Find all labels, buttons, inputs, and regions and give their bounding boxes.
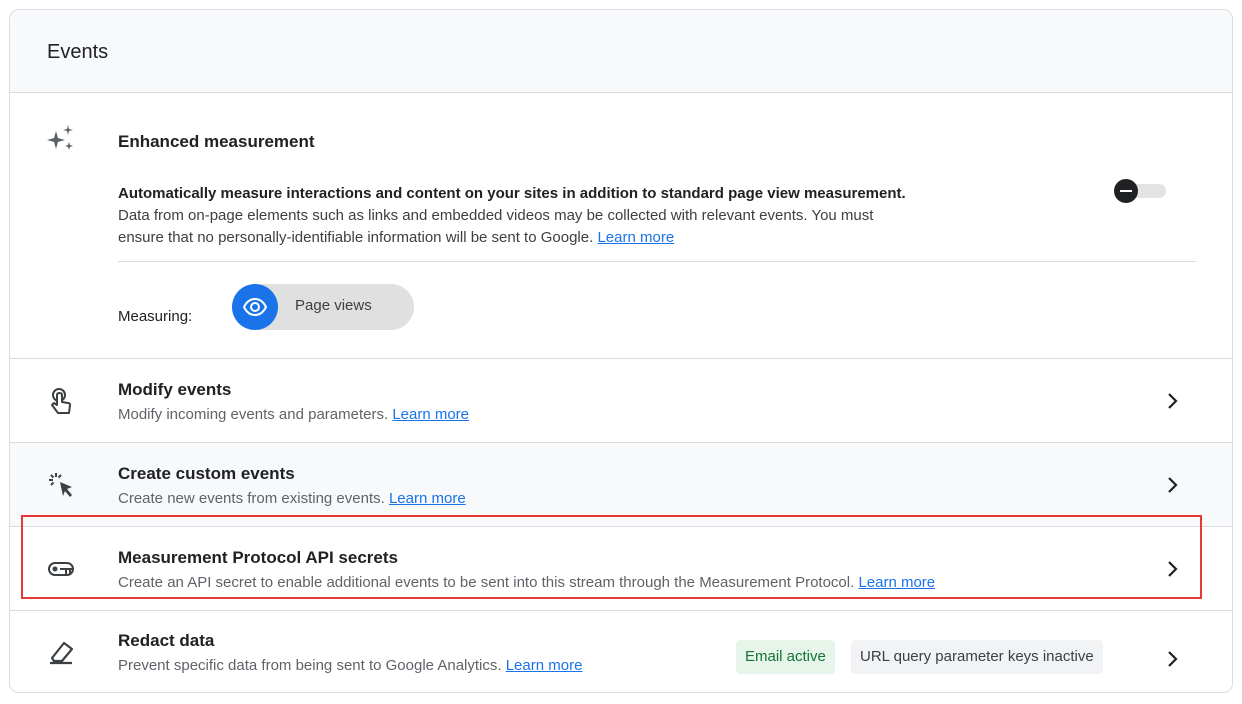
chip-label: Page views — [295, 297, 372, 314]
enhanced-description-line3: ensure that no personally-identifiable i… — [118, 229, 675, 246]
sparkle-icon — [47, 125, 73, 150]
create-custom-events-row[interactable]: Create custom events Create new events f… — [10, 443, 1232, 527]
divider — [118, 261, 1196, 262]
row-subtitle: Create an API secret to enable additiona… — [118, 574, 936, 591]
row-title: Redact data — [118, 631, 215, 650]
email-status-badge: Email active — [736, 640, 835, 674]
learn-more-link[interactable]: Learn more — [389, 490, 466, 507]
key-icon — [48, 562, 74, 576]
enhanced-measurement-toggle[interactable] — [1114, 179, 1166, 203]
measurement-protocol-row[interactable]: Measurement Protocol API secrets Create … — [10, 527, 1232, 611]
enhanced-measurement-section: Enhanced measurement Automatically measu… — [10, 93, 1232, 359]
redact-data-row[interactable]: Redact data Prevent specific data from b… — [10, 611, 1232, 692]
learn-more-link[interactable]: Learn more — [506, 657, 583, 674]
chevron-right-icon — [1168, 651, 1178, 667]
learn-more-link[interactable]: Learn more — [597, 229, 674, 246]
measuring-label: Measuring: — [118, 308, 193, 325]
row-title: Modify events — [118, 380, 232, 399]
touch-icon — [51, 388, 71, 414]
toggle-knob — [1114, 179, 1138, 203]
url-params-status-badge: URL query parameter keys inactive — [851, 640, 1103, 674]
row-subtitle: Create new events from existing events. … — [118, 490, 466, 507]
eye-icon — [232, 284, 278, 330]
learn-more-link[interactable]: Learn more — [858, 574, 935, 591]
row-subtitle: Prevent specific data from being sent to… — [118, 657, 583, 674]
events-card: Events Enhanced measurement Automaticall… — [9, 9, 1233, 693]
modify-events-row[interactable]: Modify events Modify incoming events and… — [10, 359, 1232, 443]
click-sparkle-icon — [49, 473, 72, 497]
page-views-chip[interactable]: Page views — [232, 284, 414, 330]
learn-more-link[interactable]: Learn more — [392, 406, 469, 423]
enhanced-description-line2: Data from on-page elements such as links… — [118, 207, 874, 224]
chevron-right-icon — [1168, 561, 1178, 577]
enhanced-measurement-title: Enhanced measurement — [118, 132, 315, 151]
chevron-right-icon — [1168, 477, 1178, 493]
row-title: Create custom events — [118, 464, 295, 483]
row-subtitle: Modify incoming events and parameters. L… — [118, 406, 470, 423]
chevron-right-icon — [1168, 393, 1178, 409]
enhanced-description: Automatically measure interactions and c… — [118, 185, 906, 202]
eraser-icon — [50, 641, 74, 665]
page-title: Events — [47, 41, 109, 63]
row-title: Measurement Protocol API secrets — [118, 548, 398, 567]
card-header: Events — [10, 10, 1232, 93]
